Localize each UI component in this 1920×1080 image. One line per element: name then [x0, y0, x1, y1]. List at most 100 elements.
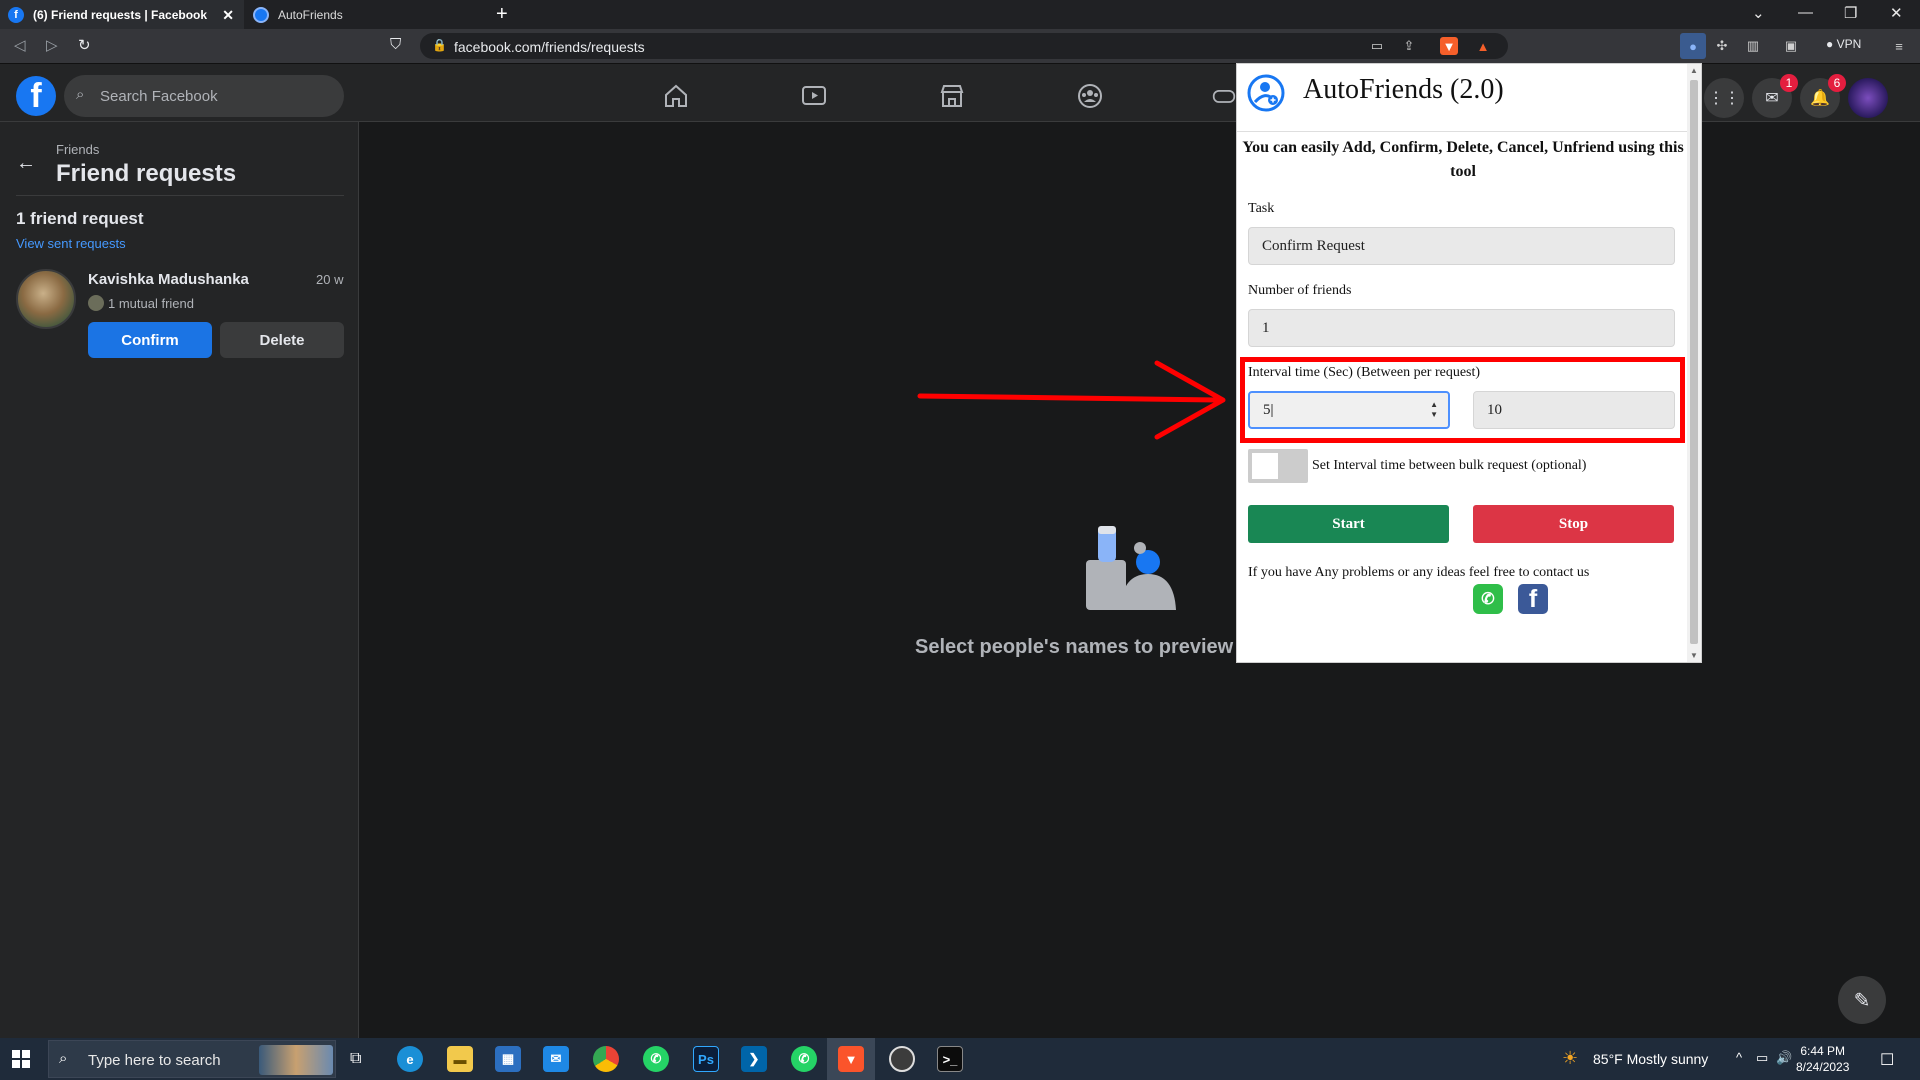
annotation-highlight-box: [1240, 357, 1685, 443]
messenger-button[interactable]: ✉ 1: [1752, 74, 1798, 118]
mutual-friends[interactable]: 1 mutual friend: [108, 296, 194, 311]
close-window-icon[interactable]: ✕: [1890, 4, 1903, 22]
view-sent-requests-link[interactable]: View sent requests: [16, 236, 126, 251]
photoshop-icon[interactable]: Ps: [693, 1046, 719, 1072]
facebook-search-input[interactable]: ⌕ Search Facebook: [64, 75, 344, 117]
forward-icon[interactable]: ▷: [46, 36, 58, 54]
stop-button[interactable]: Stop: [1473, 505, 1674, 543]
confirm-button[interactable]: Confirm: [88, 322, 212, 358]
whatsapp-icon[interactable]: ✆: [1473, 584, 1503, 614]
volume-icon[interactable]: 🔊: [1776, 1050, 1792, 1066]
back-arrow-icon[interactable]: ←: [16, 152, 36, 175]
search-icon: ⌕: [76, 86, 85, 103]
cast-icon[interactable]: ▭: [1368, 37, 1386, 55]
brave-shields-icon[interactable]: ▼: [1440, 37, 1458, 55]
url-text[interactable]: facebook.com/friends/requests: [454, 39, 645, 55]
preview-hint: Select people's names to preview t: [915, 636, 1246, 658]
windows-start-icon[interactable]: [12, 1050, 30, 1068]
vscode-icon[interactable]: ❯: [741, 1046, 767, 1072]
friends-count-input[interactable]: 1: [1248, 309, 1675, 347]
sidebar-icon[interactable]: ▥: [1744, 37, 1762, 55]
edge-icon[interactable]: e: [397, 1046, 423, 1072]
delete-button[interactable]: Delete: [220, 322, 344, 358]
gaming-icon[interactable]: [1212, 82, 1236, 110]
toggle-knob: [1252, 453, 1278, 479]
close-tab-icon[interactable]: ✕: [222, 7, 234, 24]
terminal-icon[interactable]: >_: [937, 1046, 963, 1072]
chrome-icon[interactable]: [593, 1046, 619, 1072]
scroll-thumb[interactable]: [1690, 80, 1698, 644]
tray-chevron-icon[interactable]: ^: [1736, 1050, 1742, 1065]
share-icon[interactable]: ⇪: [1400, 37, 1418, 55]
search-icon: ⌕: [59, 1050, 68, 1067]
vpn-button[interactable]: ● VPN: [1826, 37, 1861, 51]
bulk-interval-toggle[interactable]: [1248, 449, 1308, 483]
mail-icon[interactable]: ✉: [543, 1046, 569, 1072]
marketplace-icon[interactable]: [938, 82, 966, 110]
requester-name[interactable]: Kavishka Madushanka: [88, 271, 249, 288]
network-icon[interactable]: ▭: [1756, 1050, 1768, 1066]
bookmark-icon[interactable]: ⛉: [390, 36, 401, 53]
groups-icon[interactable]: [1076, 82, 1104, 110]
obs-icon[interactable]: [889, 1046, 915, 1072]
tab-search-icon[interactable]: ⌄: [1752, 4, 1765, 22]
browser-menu-icon[interactable]: ≡: [1890, 37, 1908, 55]
restore-icon[interactable]: ❐: [1844, 4, 1857, 22]
brave-icon[interactable]: ▼: [838, 1046, 864, 1072]
menu-grid-icon[interactable]: ⋮⋮: [1704, 78, 1744, 118]
browser-tab-strip: f (6) Friend requests | Facebook ✕ AutoF…: [0, 0, 1920, 29]
contact-text: If you have Any problems or any ideas fe…: [1248, 565, 1590, 580]
system-clock[interactable]: 6:44 PM 8/24/2023: [1796, 1043, 1849, 1075]
whatsapp-desktop-icon[interactable]: ✆: [791, 1046, 817, 1072]
back-icon[interactable]: ◁: [14, 36, 26, 54]
bulk-interval-label: Set Interval time between bulk request (…: [1312, 458, 1587, 473]
facebook-favicon-icon: f: [8, 6, 24, 23]
windows-taskbar: ⌕ Type here to search ⧉ e ▬ ▦ ✉ ✆ Ps ❯ ✆…: [0, 1038, 1920, 1080]
minimize-icon[interactable]: —: [1798, 4, 1813, 21]
request-count: 1 friend request: [16, 209, 144, 228]
wallet-icon[interactable]: ▣: [1782, 37, 1800, 55]
avatar[interactable]: [16, 269, 76, 329]
profile-avatar[interactable]: [1848, 78, 1888, 118]
facebook-contact-icon[interactable]: f: [1518, 584, 1548, 614]
brave-rewards-icon[interactable]: ▲: [1474, 37, 1492, 55]
breadcrumb[interactable]: Friends: [56, 142, 99, 157]
scroll-up-icon[interactable]: ▲: [1690, 66, 1698, 75]
reload-icon[interactable]: ↻: [78, 36, 91, 54]
tab-autofriends[interactable]: AutoFriends: [245, 0, 485, 29]
popup-scrollbar[interactable]: ▲ ▼: [1687, 64, 1701, 662]
watch-icon[interactable]: [800, 82, 828, 110]
file-explorer-icon[interactable]: ▬: [447, 1046, 473, 1072]
home-icon[interactable]: [662, 82, 690, 110]
taskbar-search-input[interactable]: ⌕ Type here to search: [48, 1040, 336, 1078]
search-placeholder: Search Facebook: [100, 88, 218, 105]
notifications-button[interactable]: 🔔 6: [1800, 74, 1846, 118]
tab-title: AutoFriends: [278, 7, 343, 22]
messenger-icon: ✉: [1765, 90, 1779, 107]
autofriends-extension-icon[interactable]: ●: [1680, 33, 1706, 59]
clock-date: 8/24/2023: [1796, 1060, 1850, 1074]
tab-facebook[interactable]: f (6) Friend requests | Facebook ✕: [0, 0, 244, 29]
popup-title: AutoFriends (2.0): [1303, 74, 1504, 105]
weather-text[interactable]: 85°F Mostly sunny: [1593, 1051, 1708, 1067]
facebook-logo-icon[interactable]: f: [16, 76, 56, 116]
scroll-down-icon[interactable]: ▼: [1690, 651, 1698, 660]
weather-icon[interactable]: ☀: [1562, 1048, 1578, 1069]
extensions-puzzle-icon[interactable]: ✣: [1713, 37, 1731, 55]
whatsapp-taskbar-icon[interactable]: ✆: [643, 1046, 669, 1072]
notification-center-icon[interactable]: ☐: [1880, 1050, 1894, 1070]
task-view-icon[interactable]: ⧉: [350, 1050, 361, 1068]
lock-icon[interactable]: 🔒: [432, 38, 447, 52]
popup-description: You can easily Add, Confirm, Delete, Can…: [1242, 139, 1684, 180]
task-select[interactable]: Confirm Request: [1248, 227, 1675, 265]
mutual-friend-avatar: [88, 295, 104, 311]
clock-time: 6:44 PM: [1800, 1044, 1846, 1058]
store-icon[interactable]: ▦: [495, 1046, 521, 1072]
new-message-icon[interactable]: ✎: [1838, 976, 1886, 1024]
start-button[interactable]: Start: [1248, 505, 1449, 543]
request-time: 20 w: [316, 272, 344, 287]
new-tab-button[interactable]: +: [496, 3, 508, 26]
friends-sidebar: ← Friends Friend requests 1 friend reque…: [0, 122, 359, 1038]
bell-icon: 🔔: [1810, 90, 1830, 107]
task-label: Task: [1248, 201, 1275, 216]
